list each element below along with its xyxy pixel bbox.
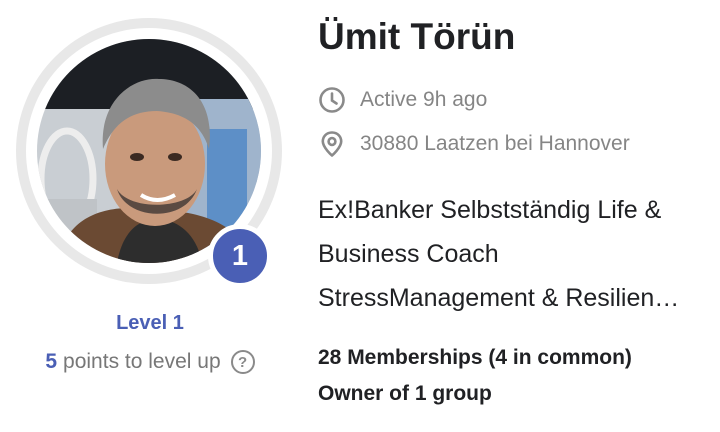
memberships-link[interactable]: 28 Memberships (4 in common) [318, 346, 632, 370]
bio-line: StressManagement & Resilien… [318, 284, 680, 312]
map-pin-icon [321, 131, 343, 157]
bio-line: Business Coach [318, 240, 499, 268]
location-text: 30880 Laatzen bei Hannover [360, 132, 630, 155]
location: 30880 Laatzen bei Hannover [318, 130, 630, 158]
bio-line: Ex!Banker Selbstständig Life & [318, 196, 662, 224]
question-circle-icon[interactable]: ? [230, 350, 255, 374]
points-to-level-up: 5 points to level up ? [0, 350, 300, 374]
profile-bio: Ex!Banker Selbstständig Life & Business … [318, 188, 710, 320]
activity-status: Active 9h ago [318, 86, 487, 114]
clock-icon [319, 87, 345, 113]
owned-groups-link[interactable]: Owner of 1 group [318, 382, 492, 406]
points-value: 5 [45, 350, 58, 373]
points-text: points to level up [63, 350, 221, 373]
activity-text: Active 9h ago [360, 88, 488, 111]
level-badge: 1 [208, 224, 272, 288]
profile-name: Ümit Törün [318, 16, 516, 57]
level-label[interactable]: Level 1 [0, 312, 300, 335]
